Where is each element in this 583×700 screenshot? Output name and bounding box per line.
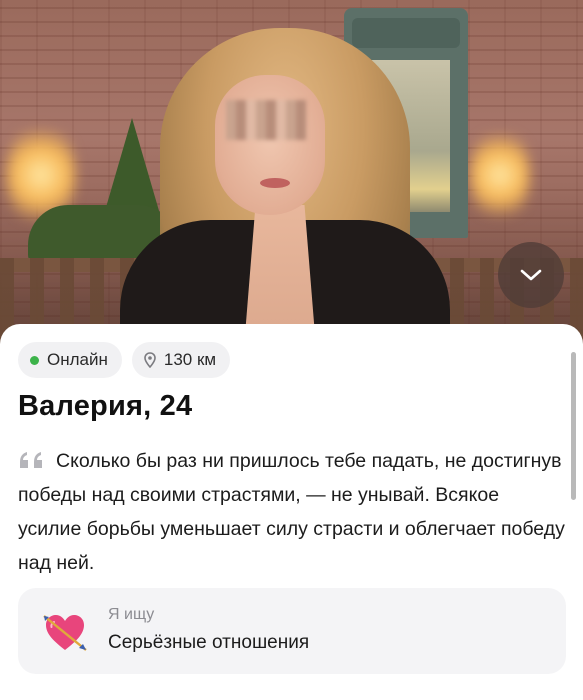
profile-bio: Сколько бы раз ни пришлось тебе падать, … — [18, 450, 565, 574]
blurred-eyes — [226, 100, 306, 140]
looking-for-value: Серьёзные отношения — [108, 632, 310, 653]
status-chips: Онлайн 130 км — [18, 342, 231, 378]
wall-lamp — [470, 125, 530, 225]
looking-for-label: Я ищу — [108, 606, 155, 623]
online-label: Онлайн — [47, 350, 108, 369]
scrollbar[interactable] — [571, 352, 576, 500]
chevron-down-icon — [520, 269, 542, 281]
collapse-button[interactable] — [498, 242, 564, 308]
heart-arrow-icon — [43, 615, 87, 651]
profile-name-age: Валерия, 24 — [18, 390, 193, 422]
location-pin-icon — [144, 352, 156, 368]
online-dot-icon — [30, 355, 39, 365]
distance-badge: 130 км — [131, 342, 231, 378]
looking-for-card: Я ищу Серьёзные отношения — [18, 588, 566, 674]
profile-photo[interactable] — [0, 0, 583, 345]
person — [120, 20, 450, 345]
online-badge: Онлайн — [18, 342, 122, 378]
distance-label: 130 км — [163, 350, 217, 369]
